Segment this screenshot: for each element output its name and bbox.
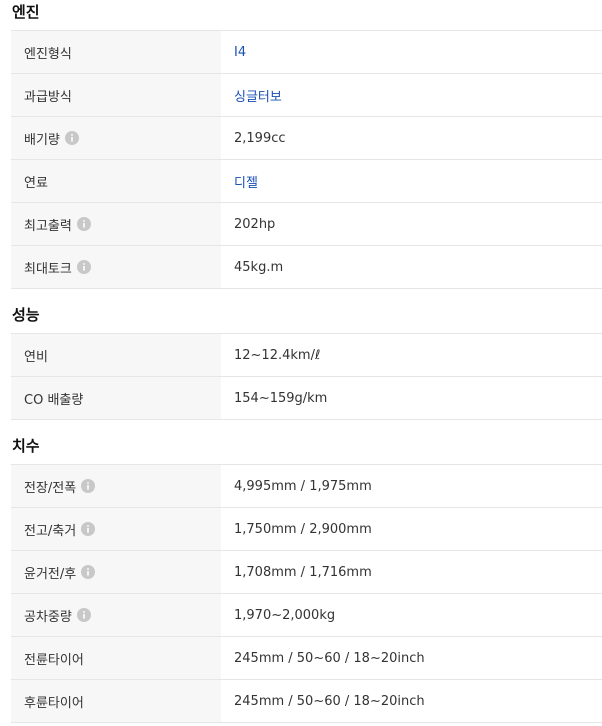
spec-label-text: 전고/축거 (24, 523, 77, 539)
spec-row: 과급방식 싱글터보 (11, 74, 602, 117)
spec-row: 최고출력 202hp (11, 203, 602, 246)
spec-value-text: 154~159g/km (234, 390, 328, 406)
spec-label: 엔진형식 (11, 31, 221, 73)
spec-label-text: 최대토크 (24, 261, 72, 277)
spec-value: 1,970~2,000kg (221, 594, 602, 636)
spec-label-text: 과급방식 (24, 89, 72, 105)
spec-label-text: CO 배출량 (24, 392, 84, 408)
spec-label-text: 공차중량 (24, 609, 72, 625)
spec-table-engine: 엔진형식 I4 과급방식 싱글터보 배기량 2,199cc 연료 디젤 최고출력… (11, 30, 602, 289)
spec-value: 202hp (221, 203, 602, 245)
section-engine: 엔진 엔진형식 I4 과급방식 싱글터보 배기량 2,199cc 연료 디젤 최… (0, 0, 602, 289)
section-performance: 성능 연비 12~12.4km/ℓ CO 배출량 154~159g/km (0, 303, 602, 420)
spec-table-dimensions: 전장/전폭 4,995mm / 1,975mm 전고/축거 1,750mm / … (11, 464, 602, 723)
spec-value-text: 45kg.m (234, 259, 284, 275)
spec-value: 154~159g/km (221, 377, 602, 419)
info-circle-icon[interactable] (81, 565, 96, 579)
spec-label-text: 윤거전/후 (24, 566, 77, 582)
spec-label: 연비 (11, 334, 221, 376)
spec-value-text: 245mm / 50~60 / 18~20inch (234, 650, 425, 666)
spec-value-text: 245mm / 50~60 / 18~20inch (234, 693, 425, 709)
spec-value-text[interactable]: 싱글터보 (234, 86, 282, 105)
info-circle-icon[interactable] (81, 522, 96, 536)
spec-row: 전륜타이어 245mm / 50~60 / 18~20inch (11, 637, 602, 680)
spec-value: 45kg.m (221, 246, 602, 288)
spec-label-text: 연비 (24, 349, 48, 365)
spec-value-text: 1,708mm / 1,716mm (234, 564, 372, 580)
spec-row: 후륜타이어 245mm / 50~60 / 18~20inch (11, 680, 602, 723)
info-circle-icon[interactable] (64, 131, 79, 145)
spec-row: 최대토크 45kg.m (11, 246, 602, 289)
spec-label: CO 배출량 (11, 377, 221, 419)
info-circle-icon[interactable] (76, 260, 91, 274)
spec-label-text: 후륜타이어 (24, 695, 84, 711)
spec-label-text: 최고출력 (24, 218, 72, 234)
spec-value: 245mm / 50~60 / 18~20inch (221, 680, 602, 722)
spec-value: 2,199cc (221, 117, 602, 159)
spec-label-text: 전륜타이어 (24, 652, 84, 668)
spec-value: 1,708mm / 1,716mm (221, 551, 602, 593)
spec-value-text: 1,750mm / 2,900mm (234, 521, 372, 537)
spec-row: CO 배출량 154~159g/km (11, 377, 602, 420)
spec-value-text[interactable]: 디젤 (234, 172, 258, 191)
spec-row: 전장/전폭 4,995mm / 1,975mm (11, 465, 602, 508)
spec-row: 엔진형식 I4 (11, 31, 602, 74)
spec-label-text: 배기량 (24, 132, 60, 148)
spec-value-link[interactable]: I4 (221, 31, 602, 73)
info-circle-icon[interactable] (76, 217, 91, 231)
spec-value-link[interactable]: 디젤 (221, 160, 602, 202)
spec-value-text[interactable]: I4 (234, 45, 246, 60)
info-circle-icon[interactable] (76, 608, 91, 622)
spec-label: 연료 (11, 160, 221, 202)
spec-value: 1,750mm / 2,900mm (221, 508, 602, 550)
spec-label: 공차중량 (11, 594, 221, 636)
spec-value-text: 2,199cc (234, 130, 286, 146)
section-title-engine: 엔진 (12, 3, 40, 21)
section-title-dimensions: 치수 (12, 437, 40, 455)
spec-value-text: 4,995mm / 1,975mm (234, 478, 372, 494)
spec-label: 전장/전폭 (11, 465, 221, 507)
info-circle-icon[interactable] (81, 479, 96, 493)
spec-row: 연료 디젤 (11, 160, 602, 203)
spec-label: 전륜타이어 (11, 637, 221, 679)
spec-value: 4,995mm / 1,975mm (221, 465, 602, 507)
spec-label-text: 연료 (24, 175, 48, 191)
spec-row: 공차중량 1,970~2,000kg (11, 594, 602, 637)
spec-value-text: 1,970~2,000kg (234, 607, 336, 623)
spec-label: 윤거전/후 (11, 551, 221, 593)
spec-row: 배기량 2,199cc (11, 117, 602, 160)
spec-value: 245mm / 50~60 / 18~20inch (221, 637, 602, 679)
spec-label: 배기량 (11, 117, 221, 159)
spec-table-performance: 연비 12~12.4km/ℓ CO 배출량 154~159g/km (11, 333, 602, 420)
spec-label: 전고/축거 (11, 508, 221, 550)
section-dimensions: 치수 전장/전폭 4,995mm / 1,975mm 전고/축거 1,750mm… (0, 434, 602, 723)
section-title-performance: 성능 (12, 306, 40, 324)
spec-row: 연비 12~12.4km/ℓ (11, 334, 602, 377)
spec-value-link[interactable]: 싱글터보 (221, 74, 602, 116)
spec-label: 후륜타이어 (11, 680, 221, 722)
spec-value-text: 202hp (234, 216, 276, 232)
spec-row: 전고/축거 1,750mm / 2,900mm (11, 508, 602, 551)
spec-value-text: 12~12.4km/ℓ (234, 347, 321, 363)
spec-label: 과급방식 (11, 74, 221, 116)
spec-label: 최대토크 (11, 246, 221, 288)
spec-label-text: 전장/전폭 (24, 480, 77, 496)
spec-row: 윤거전/후 1,708mm / 1,716mm (11, 551, 602, 594)
spec-label-text: 엔진형식 (24, 46, 72, 62)
spec-label: 최고출력 (11, 203, 221, 245)
spec-value: 12~12.4km/ℓ (221, 334, 602, 376)
